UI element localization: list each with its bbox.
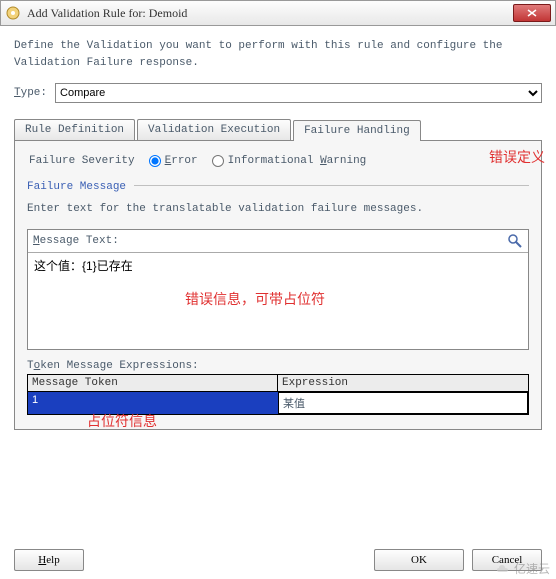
dialog-content: Define the Validation you want to perfor… <box>0 26 556 436</box>
severity-label: Failure Severity <box>29 155 135 167</box>
severity-row: Failure Severity Error Informational War… <box>29 155 527 167</box>
watermark: 亿速云 <box>495 560 550 577</box>
failure-message-section: Failure Message <box>27 181 126 193</box>
type-select[interactable]: Compare <box>55 83 542 103</box>
message-text-input[interactable]: 这个值：{1}已存在 <box>28 253 528 345</box>
failure-message-hint: Enter text for the translatable validati… <box>27 203 529 215</box>
severity-info-option[interactable]: Informational Warning <box>212 155 367 167</box>
description-text: Define the Validation you want to perfor… <box>14 38 542 71</box>
tab-rule-definition[interactable]: Rule Definition <box>14 119 135 140</box>
close-button[interactable] <box>513 4 551 22</box>
token-expressions-label: Token Message Expressions: <box>27 360 529 372</box>
footer-buttons: Help OK Cancel <box>14 549 542 571</box>
tab-failure-handling[interactable]: Failure Handling <box>293 120 421 141</box>
severity-error-radio[interactable] <box>149 155 161 167</box>
tab-validation-execution[interactable]: Validation Execution <box>137 119 291 140</box>
divider <box>134 185 529 186</box>
window-title: Add Validation Rule for: Demoid <box>27 6 513 21</box>
title-bar: Add Validation Rule for: Demoid <box>0 0 556 26</box>
grid-header: Message Token Expression <box>28 375 528 392</box>
cell-expression[interactable]: 某值 <box>278 392 528 414</box>
col-message-token: Message Token <box>28 375 278 392</box>
severity-error-option[interactable]: Error <box>149 155 198 167</box>
type-label: Type: <box>14 87 47 99</box>
message-text-label: Message Text: <box>33 235 119 247</box>
token-grid[interactable]: Message Token Expression 1 某值 <box>27 374 529 415</box>
search-icon[interactable] <box>507 233 523 249</box>
table-row[interactable]: 1 某值 <box>28 392 528 414</box>
message-text-box: Message Text: 这个值：{1}已存在 <box>27 229 529 350</box>
cell-token[interactable]: 1 <box>28 392 278 414</box>
help-button[interactable]: Help <box>14 549 84 571</box>
col-expression: Expression <box>278 375 528 392</box>
severity-info-radio[interactable] <box>212 155 224 167</box>
app-icon <box>5 5 21 21</box>
ok-button[interactable]: OK <box>374 549 464 571</box>
failure-panel: Failure Severity Error Informational War… <box>14 141 542 430</box>
tab-bar: Rule Definition Validation Execution Fai… <box>14 119 542 141</box>
